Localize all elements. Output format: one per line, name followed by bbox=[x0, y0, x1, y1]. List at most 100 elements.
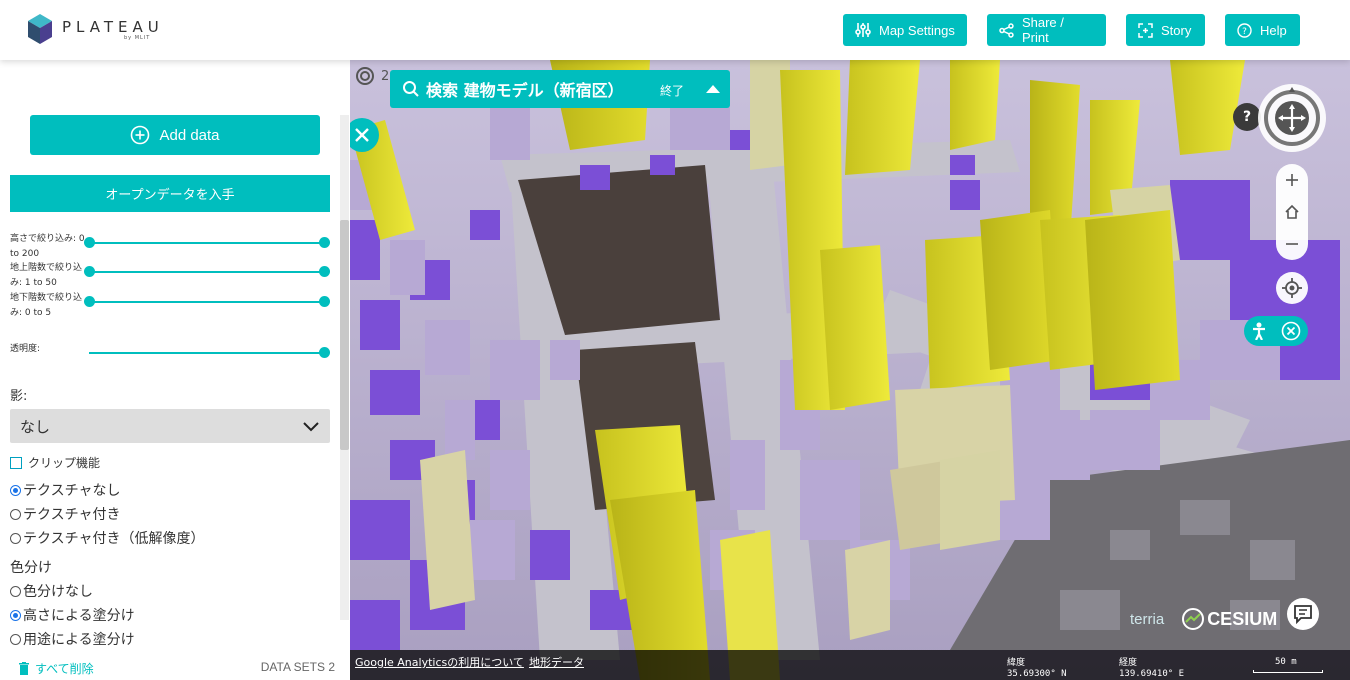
sidebar-scrollbar-thumb[interactable] bbox=[340, 220, 349, 450]
radio-selected[interactable] bbox=[10, 609, 21, 621]
texture-option-textured-label: テクスチャ付き bbox=[23, 507, 121, 523]
color-label: 色分け bbox=[10, 560, 52, 576]
story-button[interactable]: Story bbox=[1126, 14, 1205, 46]
share-print-button[interactable]: Share / Print bbox=[987, 14, 1106, 46]
color-option-usage-label: 用途による塗分け bbox=[23, 632, 135, 648]
svg-text:?: ? bbox=[1242, 27, 1247, 37]
longitude-label: 経度 bbox=[1119, 658, 1138, 668]
zoom-out-button[interactable] bbox=[1276, 228, 1308, 260]
floors-below-filter-slider[interactable] bbox=[84, 296, 330, 307]
radio-unselected[interactable] bbox=[10, 532, 21, 544]
delete-all-button[interactable]: すべて削除 bbox=[18, 660, 94, 677]
map-3d-scene[interactable] bbox=[350, 60, 1350, 680]
feedback-button[interactable] bbox=[1287, 598, 1319, 630]
workbench-sidebar: Add data オープンデータを入手 高さで絞り込み: 0 to 200 地上… bbox=[0, 60, 350, 680]
radio-unselected[interactable] bbox=[10, 633, 21, 645]
search-panel-title: 検索 建物モデル（新宿区） bbox=[426, 81, 624, 100]
help-button[interactable]: ? Help bbox=[1225, 14, 1300, 46]
floors-above-filter-slider[interactable] bbox=[84, 266, 330, 277]
shadow-select-value: なし bbox=[20, 417, 51, 436]
height-filter-max-handle[interactable] bbox=[319, 237, 330, 248]
color-option-height[interactable]: 高さによる塗分け bbox=[10, 605, 135, 625]
help-label: Help bbox=[1260, 22, 1287, 38]
plateau-logo[interactable]: PLATEAU by MLIT bbox=[28, 14, 164, 44]
delete-all-label: すべて削除 bbox=[35, 662, 94, 676]
add-data-label: Add data bbox=[159, 126, 220, 144]
datasets-count: DATA SETS 2 bbox=[260, 660, 335, 674]
radio-unselected[interactable] bbox=[10, 585, 21, 597]
zoom-in-button[interactable] bbox=[1276, 164, 1308, 196]
logo-wordmark: PLATEAU bbox=[62, 17, 164, 36]
map-viewport[interactable]: 2 検索 建物モデル（新宿区） 終了 ? terria CESIUM Googl… bbox=[350, 60, 1350, 680]
reset-view-button[interactable] bbox=[1276, 196, 1308, 228]
height-filter-slider[interactable] bbox=[84, 237, 330, 248]
open-data-button[interactable]: オープンデータを入手 bbox=[10, 175, 330, 212]
color-option-none[interactable]: 色分けなし bbox=[10, 581, 93, 601]
app-window: PLATEAU by MLIT Map Settings Share / Pri… bbox=[0, 0, 1350, 680]
radio-unselected[interactable] bbox=[10, 508, 21, 520]
floors-above-min-handle[interactable] bbox=[84, 266, 95, 277]
trash-icon bbox=[19, 662, 29, 675]
building-search-panel[interactable]: 検索 建物モデル（新宿区） 終了 bbox=[390, 70, 730, 108]
texture-option-textured[interactable]: テクスチャ付き bbox=[10, 504, 120, 524]
home-icon bbox=[1285, 204, 1299, 219]
crosshair-icon bbox=[1282, 278, 1302, 298]
navigation-help-button[interactable]: ? bbox=[1233, 103, 1261, 131]
radio-selected[interactable] bbox=[10, 484, 21, 496]
zoom-control bbox=[1276, 164, 1308, 260]
height-filter-min-handle[interactable] bbox=[84, 237, 95, 248]
terria-logo[interactable]: terria bbox=[1130, 611, 1164, 628]
floors-below-min-handle[interactable] bbox=[84, 296, 95, 307]
texture-option-none-label: テクスチャなし bbox=[23, 483, 121, 499]
texture-option-lowres[interactable]: テクスチャ付き（低解像度） bbox=[10, 528, 204, 548]
clip-checkbox-row[interactable]: クリップ機能 bbox=[10, 454, 100, 471]
chevron-down-icon bbox=[303, 422, 319, 432]
floors-below-max-handle[interactable] bbox=[319, 296, 330, 307]
cesium-logo-icon bbox=[1182, 608, 1205, 630]
color-option-usage[interactable]: 用途による塗分け bbox=[10, 629, 135, 649]
search-icon bbox=[403, 81, 419, 97]
opacity-handle[interactable] bbox=[319, 347, 330, 358]
pedestrian-icon[interactable] bbox=[1251, 322, 1267, 340]
floors-below-filter-label: 地下階数で絞り込み: 0 to 5 bbox=[10, 293, 83, 318]
map-settings-button[interactable]: Map Settings bbox=[843, 14, 967, 46]
search-end-button[interactable]: 終了 bbox=[660, 82, 684, 99]
share-print-label: Share / Print bbox=[1021, 15, 1064, 45]
plus-icon bbox=[1286, 174, 1298, 186]
compass-control[interactable] bbox=[1258, 84, 1326, 152]
workbench-footer: すべて削除 DATA SETS 2 bbox=[0, 656, 350, 680]
close-circle-icon[interactable] bbox=[1281, 321, 1301, 341]
google-analytics-link[interactable]: Google Analyticsの利用について bbox=[355, 654, 524, 670]
cesium-logo[interactable]: CESIUM bbox=[1207, 609, 1277, 630]
clip-label: クリップ機能 bbox=[28, 456, 101, 470]
opacity-slider[interactable] bbox=[89, 347, 330, 358]
color-option-height-label: 高さによる塗分け bbox=[23, 608, 135, 624]
add-data-button[interactable]: Add data bbox=[30, 115, 320, 155]
my-location-button[interactable] bbox=[1276, 272, 1308, 304]
logo-subtitle: by MLIT bbox=[124, 34, 151, 41]
latitude-readout: 緯度 35.69300° N bbox=[1007, 658, 1067, 680]
caret-up-icon[interactable] bbox=[706, 84, 720, 94]
signal-icon bbox=[356, 67, 374, 85]
clip-checkbox[interactable] bbox=[10, 456, 22, 469]
share-icon bbox=[999, 22, 1014, 38]
top-header: PLATEAU by MLIT Map Settings Share / Pri… bbox=[0, 0, 1350, 60]
latitude-value: 35.69300° N bbox=[1007, 669, 1067, 679]
partial-layer-text: 2 bbox=[381, 68, 390, 84]
map-settings-label: Map Settings bbox=[879, 22, 955, 38]
longitude-value: 139.69410° E bbox=[1119, 669, 1185, 679]
height-filter-label: 高さで絞り込み: 0 to 200 bbox=[10, 234, 85, 259]
pedestrian-mode-control bbox=[1244, 316, 1308, 346]
story-icon bbox=[1138, 22, 1153, 38]
opacity-label: 透明度: bbox=[10, 344, 41, 354]
texture-option-none[interactable]: テクスチャなし bbox=[10, 480, 120, 500]
sliders-icon bbox=[855, 23, 871, 37]
latitude-label: 緯度 bbox=[1007, 658, 1026, 668]
shadow-select[interactable]: なし bbox=[10, 409, 330, 443]
plateau-cube-icon bbox=[28, 14, 52, 44]
floors-above-filter-label: 地上階数で絞り込み: 1 to 50 bbox=[10, 263, 83, 288]
floors-above-max-handle[interactable] bbox=[319, 266, 330, 277]
terrain-data-link[interactable]: 地形データ bbox=[529, 654, 584, 670]
texture-option-lowres-label: テクスチャ付き（低解像度） bbox=[23, 531, 205, 547]
map-status-bar: Google Analyticsの利用について 地形データ 緯度 35.6930… bbox=[350, 650, 1350, 680]
